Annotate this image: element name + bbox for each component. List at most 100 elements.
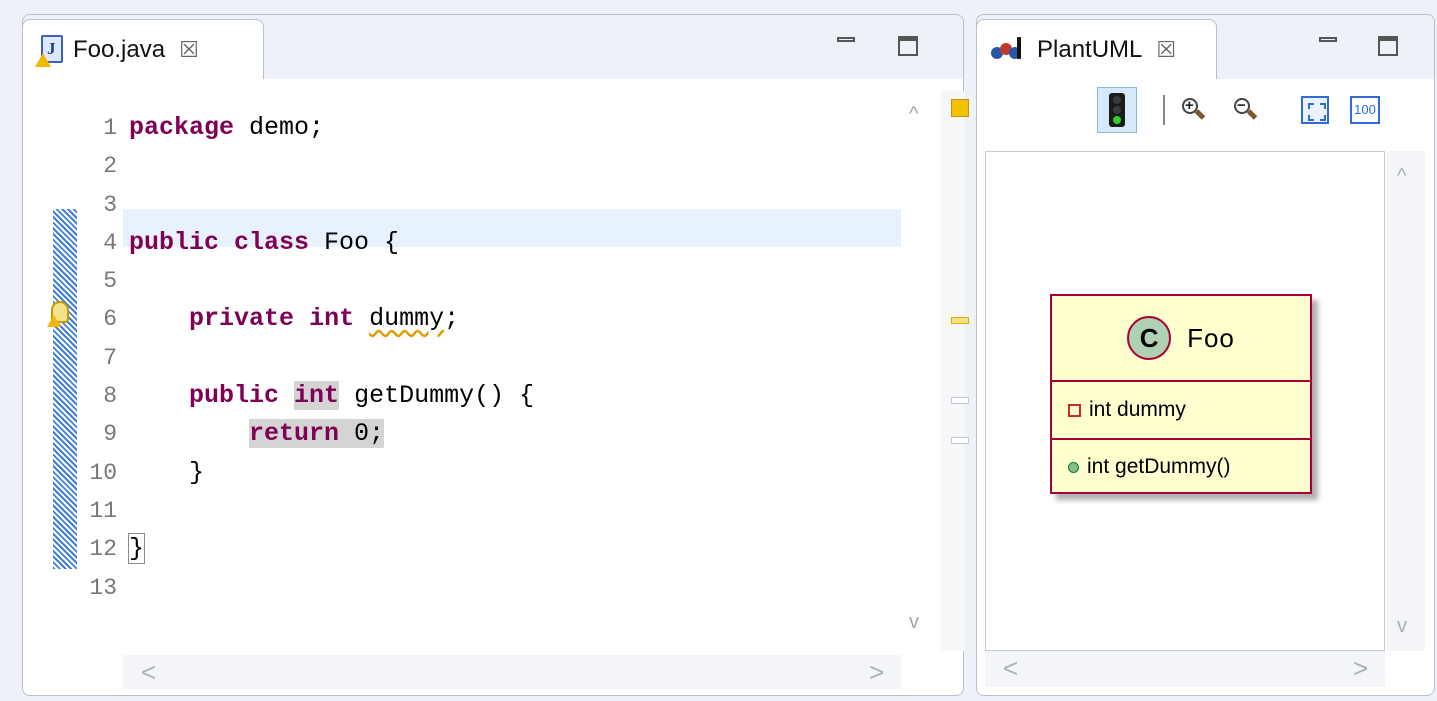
code-token: demo; — [234, 113, 325, 142]
code-token: public — [129, 227, 220, 257]
code-line[interactable]: public int getDummy() { — [129, 377, 901, 415]
tab-foo-java[interactable]: J Foo.java ☒ — [22, 19, 264, 79]
line-number: 2 — [103, 153, 117, 180]
code-line[interactable] — [129, 186, 901, 224]
code-line[interactable]: } — [129, 454, 901, 492]
source-text[interactable]: package demo; public class Foo { private… — [127, 109, 901, 607]
class-name: Foo — [1187, 322, 1235, 353]
public-visibility-icon — [1068, 461, 1079, 473]
plantuml-logo-icon — [991, 35, 1029, 65]
class-field: int dummy — [1052, 382, 1310, 440]
code-line[interactable] — [129, 569, 901, 607]
line-number-ruler: 1 2 3 4 5 6 7 8 9 10 11 12 13 — [59, 109, 123, 607]
code-line[interactable]: } — [127, 530, 901, 568]
zoom-out-icon: − — [1232, 96, 1258, 124]
zoom-to-fit-button[interactable] — [1295, 87, 1335, 133]
horizontal-scrollbar[interactable]: < > — [123, 655, 901, 689]
line-number: 6 — [103, 306, 117, 333]
close-tab-icon[interactable]: ☒ — [1156, 37, 1176, 63]
code-line[interactable] — [129, 262, 901, 300]
horizontal-scrollbar[interactable]: < > — [985, 651, 1385, 687]
diagram-canvas[interactable]: C Foo int dummy int getDummy() — [985, 151, 1385, 651]
class-stereotype-badge: C — [1127, 316, 1172, 360]
line-number: 13 — [89, 574, 117, 601]
plantuml-view-pane: PlantUML ☒ + − 100 C Foo int dummy int g… — [976, 14, 1435, 696]
zoom-in-button[interactable]: + — [1173, 87, 1213, 133]
code-line[interactable]: return 0; — [129, 415, 901, 453]
scroll-down-icon[interactable]: v — [909, 611, 919, 634]
line-number: 5 — [103, 268, 117, 295]
scroll-up-icon[interactable]: ^ — [909, 103, 918, 126]
zoom-out-button[interactable]: − — [1225, 87, 1265, 133]
code-token: return — [249, 419, 340, 449]
auto-refresh-traffic-light-button[interactable] — [1097, 87, 1137, 133]
field-label: int dummy — [1089, 398, 1186, 421]
code-token: package — [129, 113, 235, 142]
zoom-in-icon: + — [1180, 96, 1206, 124]
code-token: public — [189, 381, 280, 411]
code-line[interactable]: package demo; — [129, 109, 901, 147]
uml-class-foo[interactable]: C Foo int dummy int getDummy() — [1050, 294, 1312, 494]
scroll-right-icon[interactable]: > — [869, 657, 884, 688]
line-number: 8 — [103, 383, 117, 410]
zoom-100-button[interactable]: 100 — [1345, 87, 1385, 133]
vertical-scrollbar[interactable]: ^ v — [1387, 151, 1425, 651]
method-label: int getDummy() — [1087, 455, 1231, 478]
overview-ruler[interactable] — [941, 91, 969, 651]
code-token: ; — [444, 304, 460, 334]
code-line[interactable]: private int dummy; — [129, 300, 901, 338]
zoom-100-icon: 100 — [1350, 96, 1380, 124]
scroll-down-icon[interactable]: v — [1397, 615, 1407, 638]
minimize-icon[interactable] — [833, 33, 859, 59]
code-line[interactable] — [129, 492, 901, 530]
close-tab-icon[interactable]: ☒ — [179, 37, 199, 63]
code-line[interactable]: public class Foo { — [129, 224, 901, 262]
code-token: private — [189, 304, 295, 334]
class-method: int getDummy() — [1052, 440, 1310, 494]
line-number: 11 — [89, 497, 117, 524]
maximize-icon[interactable] — [895, 33, 921, 59]
class-header: C Foo — [1052, 296, 1310, 382]
code-token: Foo { — [309, 227, 400, 257]
code-line[interactable] — [129, 147, 901, 185]
code-token: } — [129, 457, 205, 487]
code-token: int — [294, 381, 340, 411]
code-area[interactable]: 1 2 3 4 5 6 7 8 9 10 11 12 13 package demo; public c… — [23, 79, 943, 701]
scroll-left-icon[interactable]: < — [141, 657, 156, 688]
minimize-icon[interactable] — [1315, 33, 1341, 59]
code-token: int — [309, 304, 355, 334]
code-token: 0; — [339, 419, 385, 449]
scroll-up-icon[interactable]: ^ — [1397, 165, 1406, 188]
tab-label: PlantUML — [1037, 35, 1143, 63]
code-token: class — [234, 227, 310, 257]
zoom-fit-icon — [1301, 96, 1329, 124]
line-number: 1 — [103, 115, 117, 141]
editor-tabbar: J Foo.java ☒ — [22, 15, 963, 79]
line-number: 3 — [103, 191, 117, 218]
code-line[interactable] — [129, 339, 901, 377]
overview-ruler-mark[interactable] — [951, 437, 969, 444]
code-token: } — [127, 533, 146, 565]
tab-plantuml[interactable]: PlantUML ☒ — [976, 19, 1217, 79]
line-number: 4 — [103, 229, 117, 256]
line-number: 12 — [89, 536, 117, 563]
overview-ruler-mark[interactable] — [951, 317, 969, 324]
scroll-left-icon[interactable]: < — [1003, 653, 1018, 684]
line-number: 9 — [103, 421, 117, 448]
code-token: getDummy() { — [339, 381, 535, 411]
overview-ruler-mark[interactable] — [951, 397, 969, 404]
warning-overview-icon[interactable] — [951, 99, 969, 117]
line-number: 10 — [89, 459, 117, 486]
maximize-icon[interactable] — [1375, 33, 1401, 59]
tab-label: Foo.java — [73, 35, 166, 63]
plantuml-toolbar: + − 100 — [977, 79, 1434, 145]
scroll-right-icon[interactable]: > — [1353, 653, 1368, 684]
toolbar-separator — [1163, 95, 1165, 125]
java-editor-pane: J Foo.java ☒ 1 2 3 4 5 6 7 8 9 10 11 12 13 package d… — [22, 14, 969, 696]
